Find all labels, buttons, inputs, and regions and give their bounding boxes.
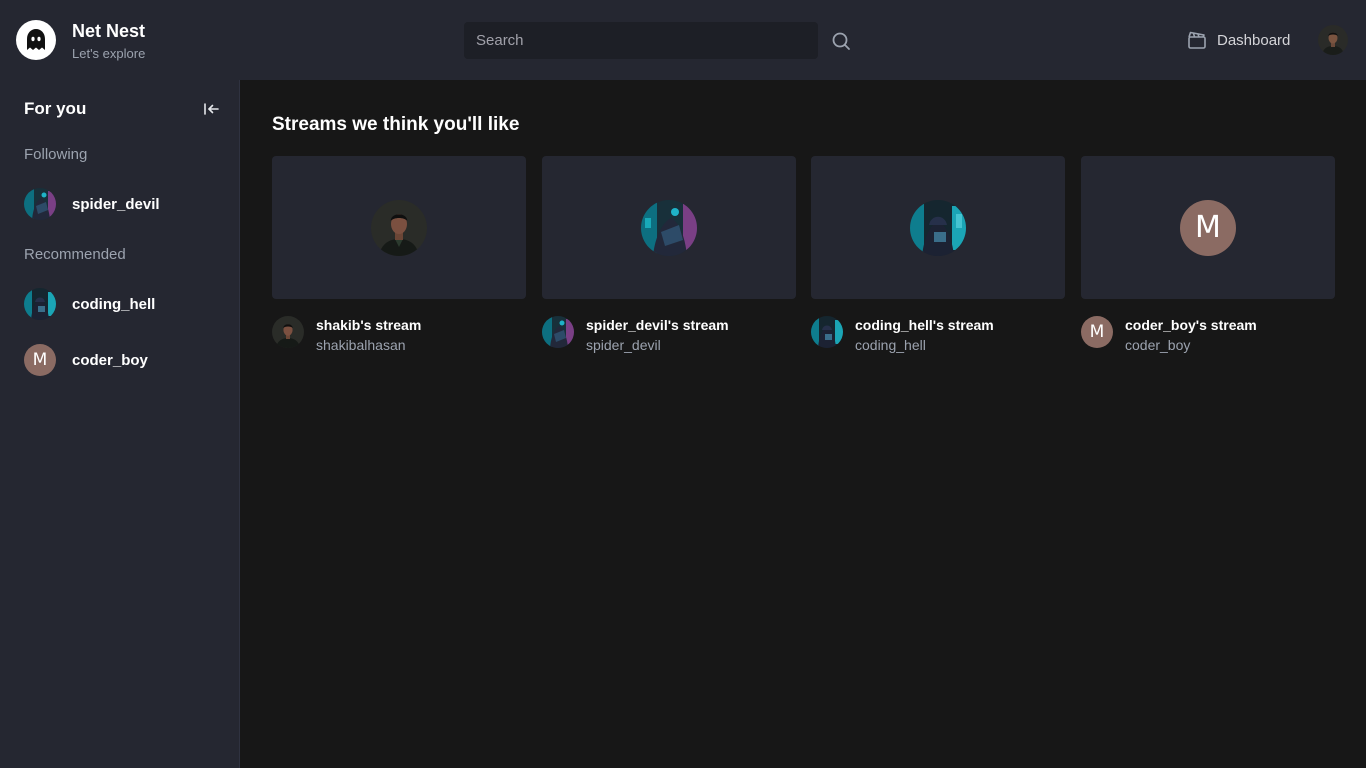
stream-thumbnail[interactable]: M [1081, 156, 1335, 299]
avatar [910, 199, 966, 256]
stream-title[interactable]: shakib's stream [316, 317, 421, 333]
app-tagline: Let's explore [72, 46, 146, 61]
sidebar-item-spider-devil[interactable]: spider_devil [16, 184, 224, 224]
sidebar-item-label: coder_boy [72, 351, 148, 369]
dashboard-button[interactable]: Dashboard [1186, 26, 1290, 54]
sidebar: For you Following spider_devil Recommend… [0, 80, 240, 768]
top-navbar: Net Nest Let's explore Dashboard [0, 0, 1366, 80]
avatar-initial: M [1180, 199, 1236, 256]
stream-username[interactable]: shakibalhasan [316, 337, 406, 353]
stream-thumbnail[interactable] [811, 156, 1065, 299]
stream-card[interactable]: M M coder_boy's stream coder_boy [1081, 156, 1335, 372]
avatar: M [1081, 316, 1113, 348]
sidebar-item-label: coding_hell [72, 295, 156, 313]
stream-card[interactable]: shakib's stream shakibalhasan [272, 156, 526, 372]
app-name: Net Nest [72, 21, 146, 41]
avatar-initial: M [1081, 316, 1113, 348]
search-icon [832, 32, 850, 50]
stream-title[interactable]: spider_devil's stream [586, 317, 729, 333]
stream-thumbnail[interactable] [542, 156, 796, 299]
search-input[interactable] [464, 22, 818, 59]
stream-card[interactable]: coding_hell's stream coding_hell [811, 156, 1065, 372]
recommended-label: Recommended [24, 246, 126, 263]
stream-card[interactable]: spider_devil's stream spider_devil [542, 156, 796, 372]
avatar [24, 288, 56, 320]
section-title: Streams we think you'll like [272, 114, 520, 135]
arrow-left-to-line-icon [204, 103, 219, 115]
avatar: M [24, 344, 56, 376]
stream-username[interactable]: coding_hell [855, 337, 926, 353]
stream-username[interactable]: coder_boy [1125, 337, 1190, 353]
dashboard-label: Dashboard [1217, 31, 1291, 49]
avatar [272, 316, 304, 348]
user-avatar[interactable] [1318, 25, 1348, 55]
avatar [811, 316, 843, 348]
stream-thumbnail[interactable] [272, 156, 526, 299]
ghost-logo-icon[interactable] [16, 20, 56, 60]
stream-username[interactable]: spider_devil [586, 337, 661, 353]
sidebar-item-coding-hell[interactable]: coding_hell [16, 284, 224, 324]
avatar-initial: M [24, 344, 56, 376]
avatar [641, 199, 697, 256]
avatar [542, 316, 574, 348]
search-button[interactable] [826, 26, 856, 56]
sidebar-title: For you [24, 99, 87, 118]
avatar: M [1180, 199, 1236, 256]
avatar [371, 199, 427, 256]
following-label: Following [24, 146, 88, 163]
sidebar-item-coder-boy[interactable]: M coder_boy [16, 340, 224, 380]
sidebar-item-label: spider_devil [72, 195, 160, 213]
clapperboard-icon [1188, 31, 1206, 49]
avatar [24, 188, 56, 220]
stream-title[interactable]: coder_boy's stream [1125, 317, 1257, 333]
stream-title[interactable]: coding_hell's stream [855, 317, 994, 333]
collapse-sidebar-button[interactable] [200, 98, 222, 120]
